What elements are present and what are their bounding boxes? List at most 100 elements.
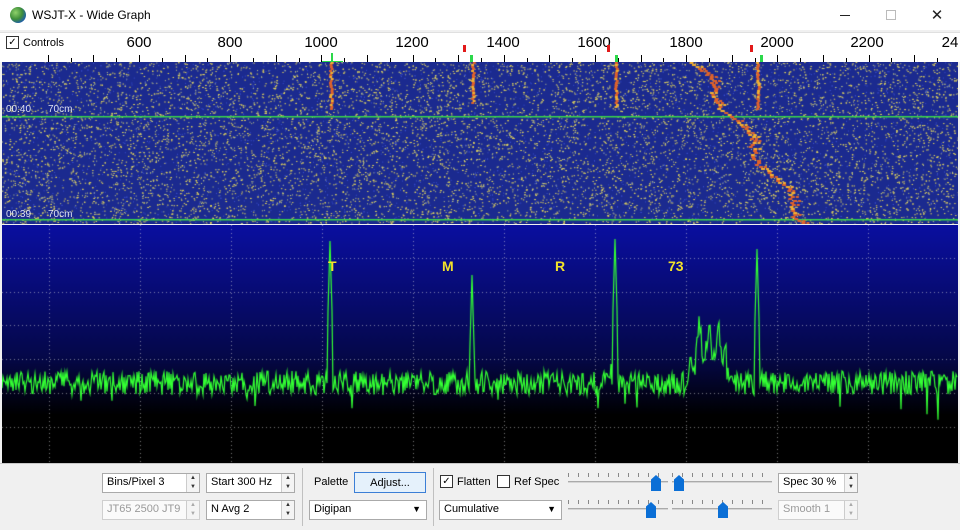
gain-slider-thumb[interactable] [651,475,661,491]
scale-tick [367,55,368,62]
scale-tick [732,55,733,62]
palette-select[interactable]: Digipan ▼ [309,500,427,520]
scale-tick [549,55,550,62]
separator [302,468,303,526]
bins-per-pixel-spinbox[interactable]: Bins/Pixel 3 ▲ ▼ [102,473,200,493]
scale-label-600: 600 [126,34,152,51]
scale-label-1200: 1200 [395,34,429,51]
bins-per-pixel-value: Bins/Pixel 3 [107,476,165,488]
scale-label-1400: 1400 [486,34,520,51]
scale-tick [93,55,94,62]
scale-tick [139,55,140,62]
n-avg-value: N Avg 2 [211,503,250,515]
adjust-palette-button[interactable]: Adjust... [354,472,426,493]
scale-tick [413,55,414,62]
spectrum-canvas [2,225,958,463]
scale-tick [185,55,186,62]
scale-label-800: 800 [217,34,243,51]
scale-label-2400: 24 [941,34,959,51]
separator [433,468,434,526]
tx-frequency-marker[interactable] [321,53,343,62]
controls-check-icon[interactable]: ✓ [6,36,19,49]
spectrum-letter-t: T [328,258,337,274]
mode-spin-arrows-icon: ▲ ▼ [186,501,199,519]
app-globe-icon [10,7,26,23]
zero-slider[interactable] [672,472,772,492]
scale-tick [595,55,596,62]
ref-spec-box-icon[interactable] [497,475,510,488]
spec-percent-value: Spec 30 % [783,476,837,488]
spectrum-letter-r: R [555,258,566,274]
waterfall-display[interactable]: 00:40 70cm 00:39 70cm [2,62,958,224]
frequency-scale[interactable]: ✓ Controls 600 800 1000 1200 1400 1600 1… [0,32,960,62]
scale-tick [641,55,642,62]
scale-tick [504,55,505,62]
band-lower: 70cm [48,209,73,220]
close-button[interactable]: ✕ [914,0,960,30]
flatten-check-icon[interactable]: ✓ [440,475,453,488]
spec-spin-arrows-icon[interactable]: ▲ ▼ [844,474,857,492]
rx-marker-red [607,45,610,52]
maximize-button[interactable] [868,0,914,30]
scale-label-1800: 1800 [669,34,703,51]
gain-slider[interactable] [568,472,668,492]
spectrum-gain-slider-thumb[interactable] [646,502,656,518]
chevron-down-icon: ▼ [412,504,421,514]
flatten-label: Flatten [457,475,491,488]
spectrum-display[interactable]: T M R 73 [2,225,958,463]
spec-percent-spinbox[interactable]: Spec 30 % ▲ ▼ [778,473,858,493]
zero-slider-thumb[interactable] [674,475,684,491]
scale-label-1600: 1600 [577,34,611,51]
mode-split-value: JT65 2500 JT9 [107,503,181,515]
scale-tick [914,55,915,62]
spectrum-mode-select[interactable]: Cumulative ▼ [439,500,562,520]
bins-spin-arrows-icon[interactable]: ▲ ▼ [186,474,199,492]
spectrum-letter-73: 73 [668,258,684,274]
start-spin-arrows-icon[interactable]: ▲ ▼ [281,474,294,492]
scale-tick [276,55,277,62]
tx-marker-green [470,55,473,62]
smooth-value: Smooth 1 [783,503,831,515]
control-panel: Bins/Pixel 3 ▲ ▼ Start 300 Hz ▲ ▼ JT65 250… [0,463,960,530]
controls-label: Controls [23,36,64,49]
scale-tick [321,55,322,62]
palette-label: Palette [314,476,349,488]
maximize-icon [886,10,896,20]
smooth-spin-arrows-icon: ▲ ▼ [844,501,857,519]
controls-checkbox[interactable]: ✓ Controls [6,36,64,49]
timestamp-upper: 00:40 [6,104,32,115]
start-frequency-value: Start 300 Hz [211,476,273,488]
ref-spec-checkbox[interactable]: Ref Spec [497,475,559,488]
scale-tick [777,55,778,62]
scale-tick [869,55,870,62]
spectrum-zero-slider[interactable] [672,499,772,519]
spectrum-gain-slider[interactable] [568,499,668,519]
window-title: WSJT-X - Wide Graph [32,8,151,22]
mode-split-spinbox: JT65 2500 JT9 ▲ ▼ [102,500,200,520]
rx-marker-red [463,45,466,52]
spectrum-mode-value: Cumulative [444,503,500,515]
scale-tick [230,55,231,62]
navg-spin-arrows-icon[interactable]: ▲ ▼ [281,501,294,519]
spectrum-zero-slider-thumb[interactable] [718,502,728,518]
n-avg-spinbox[interactable]: N Avg 2 ▲ ▼ [206,500,295,520]
scale-tick [48,55,49,62]
scale-tick [686,55,687,62]
smooth-spinbox: Smooth 1 ▲ ▼ [778,500,858,520]
title-bar: WSJT-X - Wide Graph ✕ [0,0,960,30]
scale-label-2200: 2200 [850,34,884,51]
scale-tick [823,55,824,62]
band-upper: 70cm [48,104,73,115]
scale-label-1000: 1000 [304,34,338,51]
rx-marker-red [750,45,753,52]
minimize-button[interactable] [822,0,868,30]
chevron-down-icon: ▼ [547,504,556,514]
ref-spec-label: Ref Spec [514,475,560,488]
scale-tick [458,55,459,62]
waterfall-canvas [2,62,958,224]
timestamp-lower: 00:39 [6,209,32,220]
spectrum-letter-m: M [442,258,454,274]
tx-marker-green [760,55,763,62]
start-frequency-spinbox[interactable]: Start 300 Hz ▲ ▼ [206,473,295,493]
flatten-checkbox[interactable]: ✓ Flatten [440,475,491,488]
